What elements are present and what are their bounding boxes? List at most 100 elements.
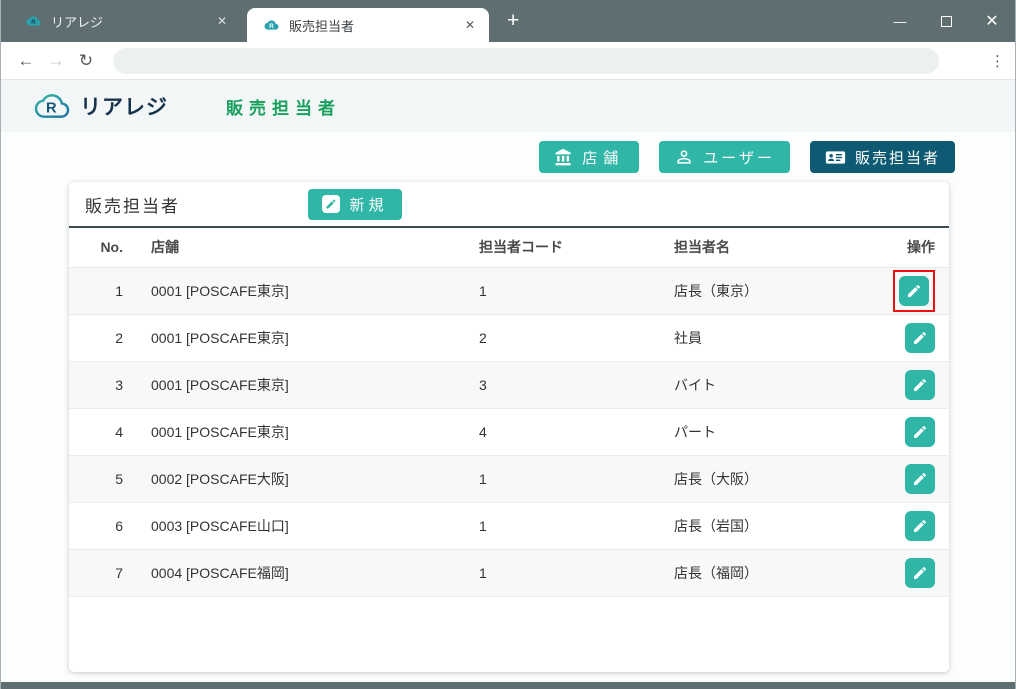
cell-no: 2 [69,314,129,361]
svg-text:R: R [31,19,36,26]
table-row: 6 0003 [POSCAFE山口] 1 店長（岩国） [69,502,949,549]
panel-title: 販売担当者 [85,192,180,217]
column-header-store: 店舗 [129,227,459,267]
cell-name: バイト [664,361,879,408]
table-row: 7 0004 [POSCAFE福岡] 1 店長（福岡） [69,549,949,596]
cell-name: 社員 [664,314,879,361]
nav-button-store[interactable]: 店舗 [539,141,639,173]
browser-toolbar: ← → ↻ ⋮ [1,42,1015,80]
app-favicon-icon: R [25,14,42,28]
new-button-label: 新規 [349,194,387,215]
tab-close-icon[interactable]: ✕ [213,12,231,30]
tab-title: 販売担当者 [289,16,461,35]
bank-icon [554,148,573,167]
pencil-icon [906,283,922,299]
nav-button-user[interactable]: ユーザー [659,141,790,173]
tab-rearegi[interactable]: R リアレジ ✕ [9,2,241,40]
column-header-no: No. [69,227,129,267]
svg-text:R: R [46,101,57,117]
cell-no: 3 [69,361,129,408]
pencil-icon [322,195,340,213]
cloud-logo-icon: R [29,90,75,122]
column-header-name: 担当者名 [664,227,879,267]
edit-button[interactable] [905,323,935,353]
cell-name: 店長（岩国） [664,502,879,549]
close-button[interactable]: ✕ [969,0,1015,42]
cell-name: 店長（大阪） [664,455,879,502]
nav-button-sales-staff[interactable]: 販売担当者 [810,141,955,173]
edit-button[interactable] [905,370,935,400]
table-row: 3 0001 [POSCAFE東京] 3 バイト [69,361,949,408]
logo-text: リアレジ [80,91,168,121]
highlight-box [893,270,935,312]
cell-store: 0001 [POSCAFE東京] [129,361,459,408]
table-row: 2 0001 [POSCAFE東京] 2 社員 [69,314,949,361]
sales-staff-panel: 販売担当者 新規 No. 店舗 担当者コード 担当者名 操作 [69,182,949,672]
new-tab-button[interactable]: + [499,7,527,35]
column-header-code: 担当者コード [459,227,664,267]
back-button[interactable]: ← [11,51,41,71]
edit-button[interactable] [905,417,935,447]
cell-code: 1 [459,455,664,502]
panel-header: 販売担当者 新規 [69,182,949,226]
forward-button[interactable]: → [41,51,71,71]
sales-staff-table: No. 店舗 担当者コード 担当者名 操作 1 0001 [POSCAFE東京]… [69,226,949,597]
pencil-icon [912,471,928,487]
window-bottom-edge [1,682,1015,689]
nav-button-label: 店舗 [582,147,624,168]
cell-name: 店長（東京） [664,267,879,314]
edit-button[interactable] [905,464,935,494]
edit-button[interactable] [905,511,935,541]
app-header: R リアレジ 販売担当者 [1,80,1015,132]
cell-no: 6 [69,502,129,549]
page-title: 販売担当者 [226,94,341,119]
tab-hanbai-tantosha[interactable]: R 販売担当者 ✕ [247,8,489,42]
cell-name: パート [664,408,879,455]
app-favicon-icon: R [263,18,280,32]
reload-button[interactable]: ↻ [71,51,101,71]
id-card-icon [825,147,846,168]
tab-title: リアレジ [51,12,213,31]
table-row: 5 0002 [POSCAFE大阪] 1 店長（大阪） [69,455,949,502]
address-bar[interactable] [113,48,939,74]
svg-text:R: R [269,23,274,30]
new-button[interactable]: 新規 [308,189,402,220]
maximize-button[interactable] [923,0,969,42]
table-row: 4 0001 [POSCAFE東京] 4 パート [69,408,949,455]
tab-strip: R リアレジ ✕ R 販売担当者 ✕ + — ✕ [1,0,1015,42]
cell-store: 0001 [POSCAFE東京] [129,314,459,361]
pencil-icon [912,330,928,346]
maximize-icon [941,16,952,27]
cell-store: 0001 [POSCAFE東京] [129,267,459,314]
cell-no: 4 [69,408,129,455]
edit-button[interactable] [899,276,929,306]
cell-code: 1 [459,549,664,596]
pencil-icon [912,565,928,581]
cell-code: 3 [459,361,664,408]
nav-button-label: 販売担当者 [855,147,940,168]
section-nav: 店舗 ユーザー 販売担当者 [1,141,955,173]
minimize-button[interactable]: — [877,0,923,42]
pencil-icon [912,518,928,534]
table-header-row: No. 店舗 担当者コード 担当者名 操作 [69,227,949,267]
tab-close-icon[interactable]: ✕ [461,16,479,34]
edit-button[interactable] [905,558,935,588]
cell-code: 4 [459,408,664,455]
browser-window: R リアレジ ✕ R 販売担当者 ✕ + — ✕ ← → ↻ ⋮ [0,0,1016,689]
cell-code: 1 [459,267,664,314]
table-row: 1 0001 [POSCAFE東京] 1 店長（東京） [69,267,949,314]
app-logo: R リアレジ [29,90,168,122]
cell-code: 2 [459,314,664,361]
cell-no: 1 [69,267,129,314]
cell-no: 5 [69,455,129,502]
column-header-actions: 操作 [879,227,949,267]
person-icon [674,147,694,167]
cell-code: 1 [459,502,664,549]
cell-store: 0001 [POSCAFE東京] [129,408,459,455]
window-controls: — ✕ [877,0,1015,42]
cell-store: 0003 [POSCAFE山口] [129,502,459,549]
cell-store: 0002 [POSCAFE大阪] [129,455,459,502]
browser-menu-button[interactable]: ⋮ [990,52,1005,70]
pencil-icon [912,377,928,393]
nav-button-label: ユーザー [703,147,775,168]
